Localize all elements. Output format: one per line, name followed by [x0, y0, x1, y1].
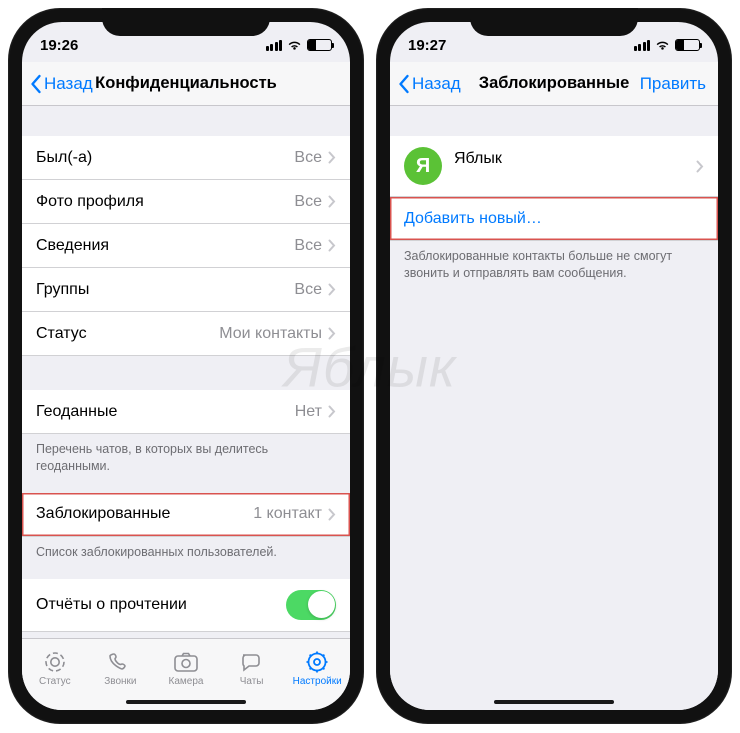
row-value: Все — [294, 281, 322, 299]
row-blocked[interactable]: Заблокированные 1 контакт — [22, 493, 350, 537]
tab-chats[interactable]: Чаты — [219, 639, 285, 692]
signal-icon — [634, 40, 651, 51]
row-label: Сведения — [36, 237, 294, 255]
tab-label: Настройки — [293, 676, 342, 687]
camera-icon — [173, 651, 199, 673]
chevron-right-icon — [328, 239, 336, 252]
tab-label: Статус — [39, 676, 71, 687]
chevron-left-icon — [398, 74, 410, 94]
battery-icon — [307, 39, 332, 51]
back-label: Назад — [44, 74, 93, 94]
phone-right: 19:27 Назад Заблокированные Править — [376, 8, 732, 724]
settings-list[interactable]: Был(-а) Все Фото профиля Все Сведения Вс… — [22, 106, 350, 638]
add-new-button[interactable]: Добавить новый… — [390, 197, 718, 241]
row-label: Статус — [36, 325, 219, 343]
wifi-icon — [287, 40, 302, 51]
page-title: Конфиденциальность — [95, 74, 277, 93]
avatar: Я — [404, 147, 442, 185]
chat-icon — [239, 651, 265, 673]
battery-icon — [675, 39, 700, 51]
tab-label: Чаты — [240, 676, 264, 687]
row-value: Все — [294, 193, 322, 211]
footer-blocked: Список заблокированных пользователей. — [22, 537, 350, 561]
row-label: Фото профиля — [36, 193, 294, 211]
tab-calls[interactable]: Звонки — [88, 639, 154, 692]
nav-bar: Назад Конфиденциальность — [22, 62, 350, 106]
chevron-right-icon — [328, 195, 336, 208]
row-profile-photo[interactable]: Фото профиля Все — [22, 180, 350, 224]
tab-camera[interactable]: Камера — [153, 639, 219, 692]
blocked-list[interactable]: Я Яблык Добавить новый… Заблокированные … — [390, 106, 718, 710]
phone-icon — [107, 651, 133, 673]
row-label: Был(-а) — [36, 149, 294, 167]
status-time: 19:27 — [408, 37, 446, 54]
row-live-location[interactable]: Геоданные Нет — [22, 390, 350, 434]
edit-label: Править — [640, 74, 706, 94]
row-label: Отчёты о прочтении — [36, 596, 286, 614]
home-indicator — [126, 700, 246, 704]
gear-icon — [304, 651, 330, 673]
row-label: Геоданные — [36, 403, 295, 421]
chevron-left-icon — [30, 74, 42, 94]
row-value: Все — [294, 149, 322, 167]
row-about[interactable]: Сведения Все — [22, 224, 350, 268]
contact-sub — [454, 167, 696, 182]
home-indicator — [494, 700, 614, 704]
signal-icon — [266, 40, 283, 51]
add-new-label: Добавить новый… — [404, 210, 542, 228]
chevron-right-icon — [328, 508, 336, 521]
chevron-right-icon — [328, 283, 336, 296]
row-status[interactable]: Статус Мои контакты — [22, 312, 350, 356]
chevron-right-icon — [328, 405, 336, 418]
tab-status[interactable]: Статус — [22, 639, 88, 692]
footer-blocked-info: Заблокированные контакты больше не смогу… — [390, 241, 718, 282]
nav-bar: Назад Заблокированные Править — [390, 62, 718, 106]
back-button[interactable]: Назад — [398, 62, 461, 106]
chevron-right-icon — [328, 327, 336, 340]
back-label: Назад — [412, 74, 461, 94]
notch — [470, 8, 638, 36]
tab-label: Звонки — [104, 676, 136, 687]
chevron-right-icon — [696, 160, 704, 173]
row-value: Нет — [295, 403, 322, 421]
back-button[interactable]: Назад — [30, 62, 93, 106]
row-read-receipts[interactable]: Отчёты о прочтении — [22, 579, 350, 632]
row-groups[interactable]: Группы Все — [22, 268, 350, 312]
row-label: Группы — [36, 281, 294, 299]
row-value: 1 контакт — [253, 505, 322, 523]
row-value: Мои контакты — [219, 325, 322, 343]
contact-name: Яблык — [454, 150, 696, 168]
page-title: Заблокированные — [479, 74, 630, 93]
row-value: Все — [294, 237, 322, 255]
edit-button[interactable]: Править — [640, 62, 706, 106]
chevron-right-icon — [328, 151, 336, 164]
footer-geo: Перечень чатов, в которых вы делитесь ге… — [22, 434, 350, 475]
tab-settings[interactable]: Настройки — [284, 639, 350, 692]
status-icon — [42, 651, 68, 673]
row-last-seen[interactable]: Был(-а) Все — [22, 136, 350, 180]
tab-label: Камера — [169, 676, 204, 687]
blocked-contact-row[interactable]: Я Яблык — [390, 136, 718, 197]
status-time: 19:26 — [40, 37, 78, 54]
wifi-icon — [655, 40, 670, 51]
toggle-read-receipts[interactable] — [286, 590, 336, 620]
phone-left: 19:26 Назад Конфиденциальность Был(-а) — [8, 8, 364, 724]
notch — [102, 8, 270, 36]
row-label: Заблокированные — [36, 505, 253, 523]
